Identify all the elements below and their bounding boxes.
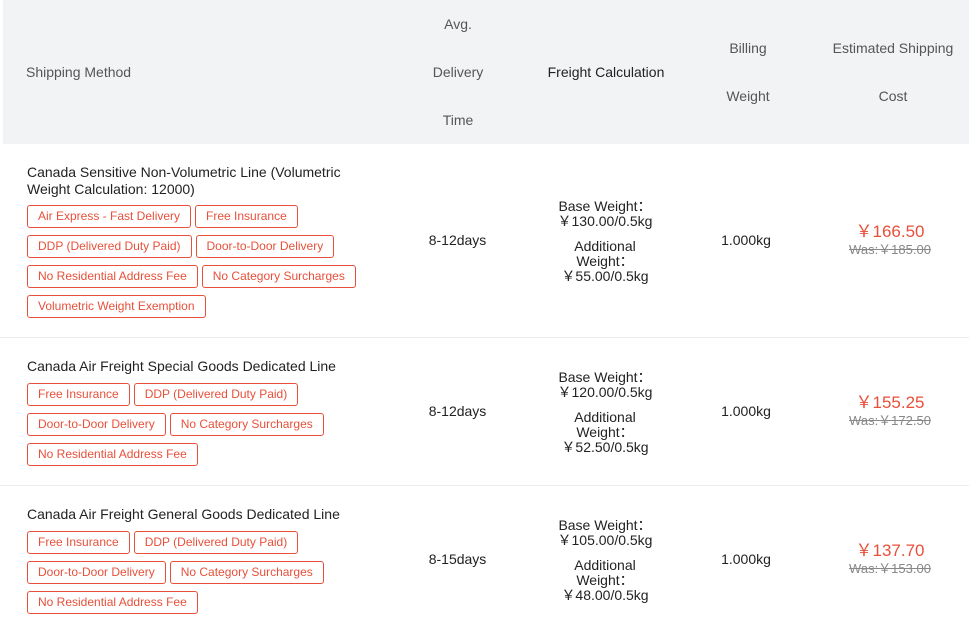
billing-weight: 1.000kg <box>721 403 771 419</box>
service-tag: No Category Surcharges <box>169 413 324 436</box>
service-tag: No Residential Address Fee <box>27 591 198 614</box>
base-weight-value: ￥130.00/0.5kg <box>557 213 653 229</box>
service-tag: DDP (Delivered Duty Paid) <box>133 531 299 554</box>
price-current: ￥155.25 <box>855 393 925 412</box>
service-tag: Door-to-Door Delivery <box>195 235 335 258</box>
service-tag: Free Insurance <box>27 383 130 406</box>
header-billing-line: Weight <box>726 88 770 104</box>
header-shipping-method: Shipping Method <box>26 64 132 80</box>
header-billing-weight: Billing Weight <box>708 0 788 144</box>
service-tag: Free Insurance <box>195 205 298 228</box>
shipping-method-name: Canada Air Freight Special Goods Dedicat… <box>27 358 336 374</box>
freight-calculation: Base Weight： ￥105.00/0.5kg Additional We… <box>540 518 670 603</box>
service-tag: Free Insurance <box>27 531 130 554</box>
price-current: ￥137.70 <box>855 541 925 560</box>
price-original: Was:￥185.00 <box>849 242 931 257</box>
header-time-line: Delivery <box>432 64 484 80</box>
base-weight-label: Base Weight： <box>558 517 652 533</box>
estimated-cost: ￥166.50 Was:￥185.00 <box>815 222 965 257</box>
service-tag: No Category Surcharges <box>201 265 356 288</box>
delivery-time: 8-12days <box>428 403 487 419</box>
delivery-time: 8-15days <box>428 551 487 567</box>
header-freight-calculation: Freight Calculation <box>547 63 665 80</box>
shipping-method-name: Canada Air Freight General Goods Dedicat… <box>27 506 340 522</box>
service-tags: Free Insurance DDP (Delivered Duty Paid) … <box>27 383 377 473</box>
freight-calculation: Base Weight： ￥120.00/0.5kg Additional We… <box>540 370 670 455</box>
service-tag: Air Express - Fast Delivery <box>27 205 192 228</box>
header-avg-delivery-time: Avg. Delivery Time <box>428 0 488 144</box>
table-row[interactable]: Canada Sensitive Non-Volumetric Line (Vo… <box>0 144 969 338</box>
service-tags: Free Insurance DDP (Delivered Duty Paid) … <box>27 531 377 621</box>
base-weight-label: Base Weight： <box>558 198 652 214</box>
base-weight-value: ￥120.00/0.5kg <box>557 384 653 400</box>
header-cost-line: Cost <box>878 88 908 104</box>
additional-weight-value: ￥48.00/0.5kg <box>561 587 649 603</box>
delivery-time: 8-12days <box>428 232 487 248</box>
table-row[interactable]: Canada Air Freight General Goods Dedicat… <box>0 486 969 628</box>
price-current: ￥166.50 <box>855 222 925 241</box>
service-tag: Door-to-Door Delivery <box>27 413 166 436</box>
header-time-line: Time <box>442 112 474 128</box>
billing-weight: 1.000kg <box>721 551 771 567</box>
table-header: Shipping Method Avg. Delivery Time Freig… <box>3 0 969 144</box>
service-tag: DDP (Delivered Duty Paid) <box>133 383 299 406</box>
price-original: Was:￥172.50 <box>849 413 931 428</box>
service-tag: DDP (Delivered Duty Paid) <box>27 235 192 258</box>
billing-weight: 1.000kg <box>721 232 771 248</box>
header-estimated-cost: Estimated Shipping Cost <box>818 0 968 144</box>
header-cost-line: Estimated Shipping <box>832 40 954 56</box>
additional-weight-label: Additional Weight： <box>574 238 636 269</box>
header-time-line: Avg. <box>444 16 472 32</box>
service-tags: Air Express - Fast Delivery Free Insuranc… <box>27 205 377 325</box>
service-tag: Volumetric Weight Exemption <box>27 295 206 318</box>
base-weight-value: ￥105.00/0.5kg <box>557 532 653 548</box>
service-tag: Door-to-Door Delivery <box>27 561 166 584</box>
service-tag: No Residential Address Fee <box>27 265 198 288</box>
price-original: Was:￥153.00 <box>849 561 931 576</box>
table-row[interactable]: Canada Air Freight Special Goods Dedicat… <box>0 338 969 486</box>
freight-calculation: Base Weight： ￥130.00/0.5kg Additional We… <box>540 199 670 284</box>
additional-weight-label: Additional Weight： <box>574 557 636 588</box>
service-tag: No Category Surcharges <box>169 561 324 584</box>
additional-weight-label: Additional Weight： <box>574 409 636 440</box>
header-billing-line: Billing <box>729 40 767 56</box>
additional-weight-value: ￥52.50/0.5kg <box>561 439 649 455</box>
additional-weight-value: ￥55.00/0.5kg <box>561 268 649 284</box>
estimated-cost: ￥137.70 Was:￥153.00 <box>815 541 965 576</box>
shipping-method-name: Canada Sensitive Non-Volumetric Line (Vo… <box>27 164 341 197</box>
estimated-cost: ￥155.25 Was:￥172.50 <box>815 393 965 428</box>
base-weight-label: Base Weight： <box>558 369 652 385</box>
service-tag: No Residential Address Fee <box>27 443 198 466</box>
